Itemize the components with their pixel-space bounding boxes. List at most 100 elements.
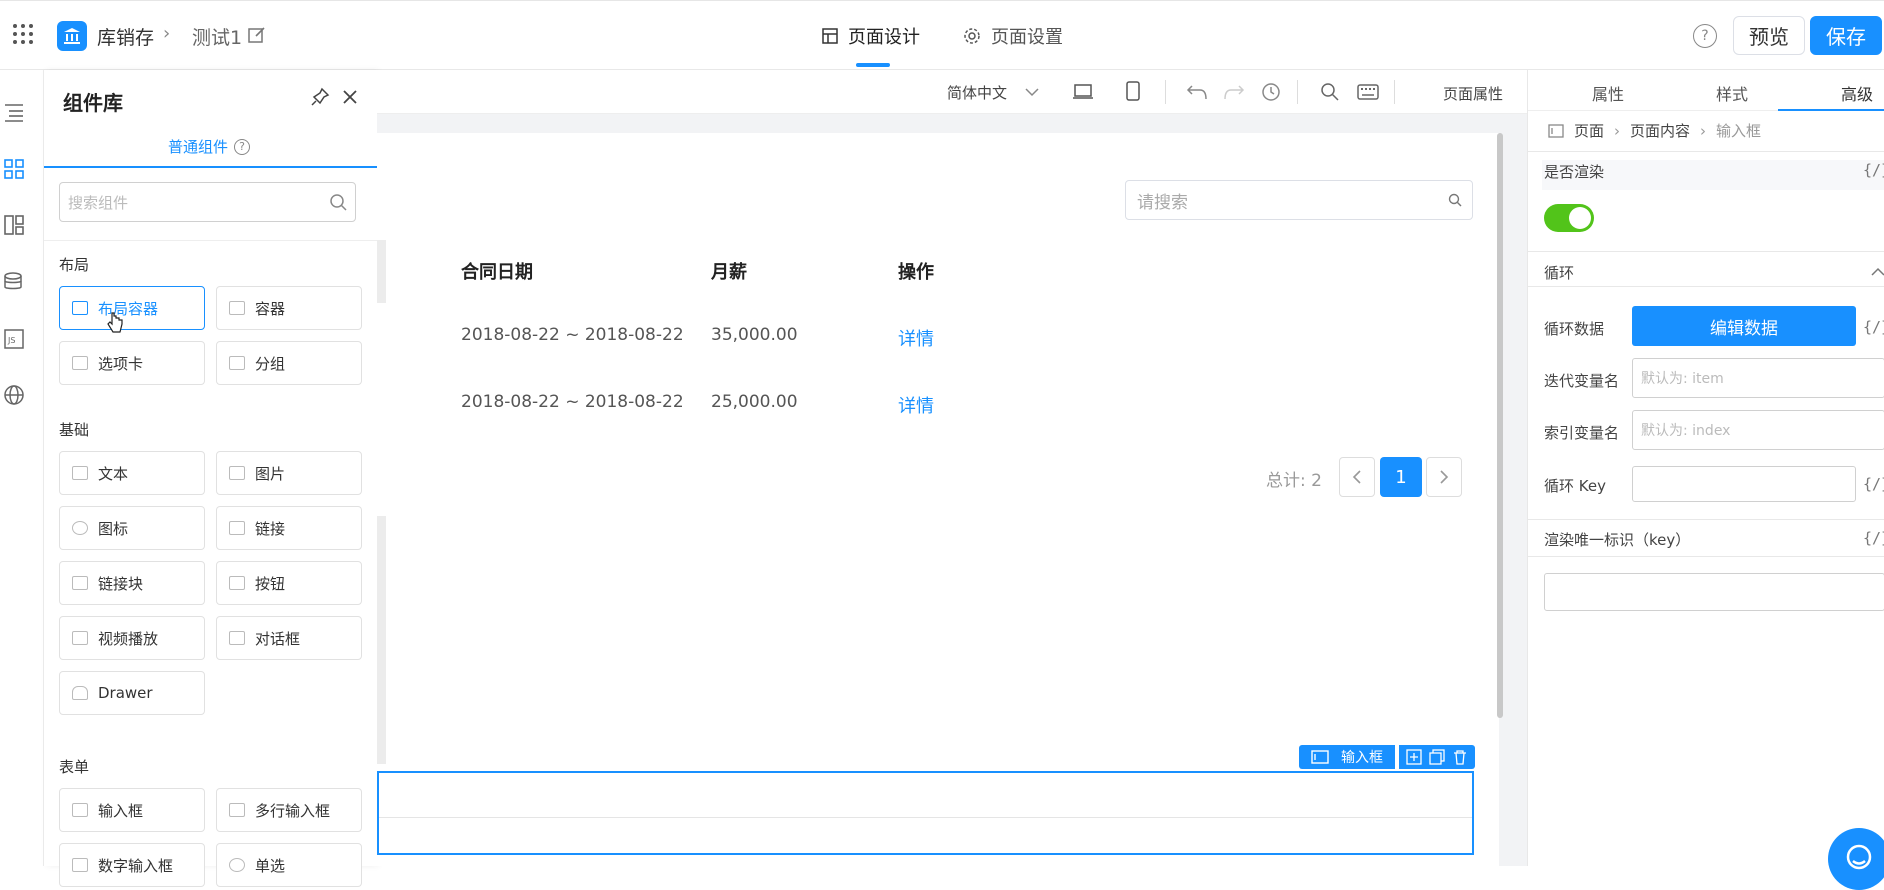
breadcrumb-page-content[interactable]: 页面内容 <box>1630 120 1690 141</box>
search-icon <box>1448 193 1462 207</box>
templates-icon[interactable] <box>0 210 28 240</box>
delete-icon[interactable] <box>1452 749 1468 765</box>
canvas-search-placeholder: 请搜索 <box>1137 192 1188 213</box>
component-button[interactable]: 按钮 <box>216 561 362 605</box>
dialog-icon <box>229 631 245 645</box>
component-layout-container[interactable]: 布局容器 <box>59 286 205 330</box>
tab-common-components[interactable]: 普通组件 ? <box>168 136 251 157</box>
variable-binding-icon[interactable]: {/} <box>1863 161 1884 179</box>
variable-binding-icon[interactable]: {/} <box>1863 529 1884 547</box>
datasource-icon[interactable] <box>0 267 28 297</box>
canvas-scrollbar[interactable] <box>1497 133 1503 718</box>
loop-key-input[interactable] <box>1632 466 1856 502</box>
save-button[interactable]: 保存 <box>1810 16 1882 55</box>
component-icon[interactable]: 图标 <box>59 506 205 550</box>
app-name[interactable]: 库销存 <box>97 23 154 50</box>
component-group[interactable]: 分组 <box>216 341 362 385</box>
table-row-date: 2018-08-22 ~ 2018-08-22 <box>461 392 684 412</box>
help-icon[interactable]: ? <box>234 138 251 155</box>
detail-link[interactable]: 详情 <box>898 392 934 418</box>
component-input[interactable]: 输入框 <box>59 788 205 832</box>
page-name[interactable]: 测试1 <box>192 23 242 50</box>
undo-icon[interactable] <box>1186 83 1208 105</box>
component-tabs[interactable]: 选项卡 <box>59 341 205 385</box>
loop-data-label: 循环数据 <box>1544 320 1605 338</box>
panel-title: 组件库 <box>63 91 123 115</box>
chat-assistant-button[interactable] <box>1828 828 1884 890</box>
panel-divider <box>1528 286 1884 287</box>
component-image[interactable]: 图片 <box>216 451 362 495</box>
language-select-value: 简体中文 <box>947 84 1008 102</box>
language-select[interactable]: 简体中文 <box>947 82 1039 103</box>
tab-page-design[interactable]: 页面设计 <box>822 23 920 49</box>
selected-component-tag[interactable]: 输入框 <box>1299 745 1395 769</box>
breadcrumb-page[interactable]: 页面 <box>1574 120 1604 141</box>
tab-advanced[interactable]: 高级 <box>1841 81 1873 105</box>
unique-key-input[interactable] <box>1544 573 1884 611</box>
outline-tree-icon[interactable] <box>0 97 28 127</box>
next-page-button[interactable] <box>1426 457 1462 497</box>
components-icon[interactable] <box>0 154 28 184</box>
page-properties-button[interactable]: 页面属性 <box>1443 83 1503 104</box>
add-icon[interactable] <box>1406 749 1422 765</box>
render-label: 是否渲染 <box>1544 163 1605 181</box>
iteration-variable-input[interactable]: 默认为: item <box>1632 358 1884 398</box>
mobile-view-icon[interactable] <box>1126 81 1140 105</box>
input-icon <box>1311 750 1329 764</box>
table-row-salary: 35,000.00 <box>711 325 798 345</box>
preview-button[interactable]: 预览 <box>1733 16 1805 55</box>
toggle-knob <box>1569 207 1591 229</box>
canvas-search-input[interactable]: 请搜索 <box>1125 180 1473 220</box>
close-icon[interactable] <box>340 87 360 107</box>
component-radio[interactable]: 单选 <box>216 843 362 887</box>
component-video[interactable]: 视频播放 <box>59 616 205 660</box>
index-variable-input[interactable]: 默认为: index <box>1632 410 1884 450</box>
render-toggle[interactable] <box>1544 204 1594 232</box>
js-code-icon[interactable]: JS <box>0 324 28 354</box>
component-text[interactable]: 文本 <box>59 451 205 495</box>
tab-styles[interactable]: 样式 <box>1716 81 1748 105</box>
search-icon[interactable] <box>1320 82 1340 106</box>
panel-divider <box>1528 556 1884 557</box>
component-search-input[interactable]: 搜索组件 <box>59 182 356 222</box>
pagination-total: 总计: 2 <box>1266 471 1322 491</box>
active-tab-indicator <box>856 63 890 67</box>
globe-icon[interactable] <box>0 380 28 410</box>
component-link[interactable]: 链接 <box>216 506 362 550</box>
component-drawer[interactable]: Drawer <box>59 671 205 715</box>
component-number-input[interactable]: 数字输入框 <box>59 843 205 887</box>
column-header-date: 合同日期 <box>461 262 533 283</box>
desktop-view-icon[interactable] <box>1072 83 1094 105</box>
page-button-current[interactable]: 1 <box>1380 457 1422 497</box>
redo-icon[interactable] <box>1223 83 1245 105</box>
section-form-title: 表单 <box>59 758 90 776</box>
component-textarea[interactable]: 多行输入框 <box>216 788 362 832</box>
history-icon[interactable] <box>1261 82 1281 106</box>
component-link-block[interactable]: 链接块 <box>59 561 205 605</box>
image-icon <box>229 466 245 480</box>
copy-icon[interactable] <box>1429 749 1445 765</box>
variable-binding-icon[interactable]: {/} <box>1863 318 1884 336</box>
panel-divider <box>1528 519 1884 520</box>
apps-grid-icon[interactable] <box>12 23 34 45</box>
chevron-up-icon[interactable] <box>1871 267 1884 276</box>
tab-properties[interactable]: 属性 <box>1592 81 1624 105</box>
edit-data-button[interactable]: 编辑数据 <box>1632 306 1856 346</box>
variable-binding-icon[interactable]: {/} <box>1863 475 1884 493</box>
selected-component-actions <box>1399 745 1475 769</box>
detail-link[interactable]: 详情 <box>898 325 934 351</box>
prev-page-button[interactable] <box>1339 457 1375 497</box>
canvas-edge-marker <box>377 516 386 764</box>
breadcrumb-input: 输入框 <box>1716 122 1762 140</box>
edit-icon[interactable] <box>248 26 266 44</box>
tab-page-settings[interactable]: 页面设置 <box>963 23 1063 49</box>
component-dialog[interactable]: 对话框 <box>216 616 362 660</box>
page-icon <box>1548 123 1564 138</box>
selected-input-frame[interactable] <box>377 771 1474 855</box>
component-container[interactable]: 容器 <box>216 286 362 330</box>
help-icon[interactable]: ? <box>1693 24 1717 48</box>
pin-icon[interactable] <box>310 87 330 107</box>
keyboard-icon[interactable] <box>1357 84 1379 104</box>
drawer-icon <box>72 686 88 700</box>
columns-icon <box>72 301 88 315</box>
